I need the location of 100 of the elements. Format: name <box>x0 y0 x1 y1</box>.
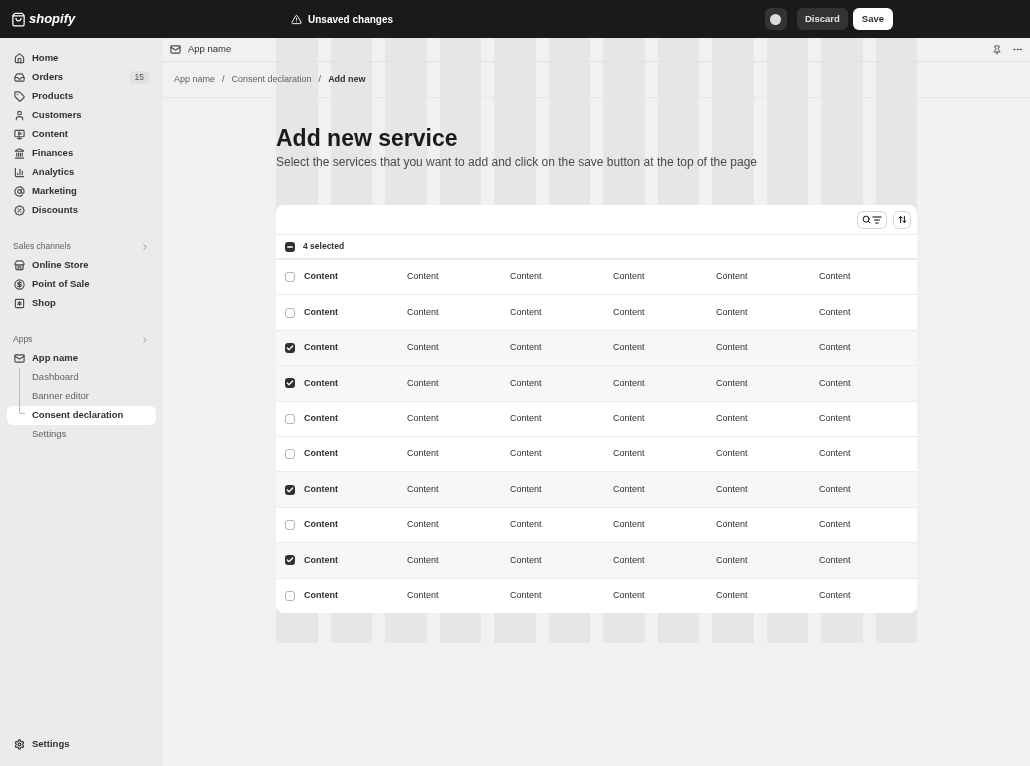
count-badge: 15 <box>129 71 149 84</box>
settings-item[interactable]: Settings <box>7 735 156 754</box>
row-checkbox[interactable] <box>285 307 295 318</box>
row-checkbox[interactable] <box>285 378 295 389</box>
select-all-checkbox[interactable] <box>285 241 295 252</box>
save-button[interactable]: Save <box>852 8 893 30</box>
pin-icon[interactable] <box>992 44 1002 55</box>
search-icon <box>862 215 871 224</box>
breadcrumb-separator: / <box>222 72 225 86</box>
nav-item[interactable]: Home <box>7 49 156 68</box>
breadcrumb[interactable]: Consent declaration <box>231 72 312 87</box>
table-cell-text: Content <box>510 412 543 425</box>
nav-item[interactable]: Orders 15 <box>7 68 156 87</box>
table-cell-text: Content <box>819 412 852 425</box>
table-cell-text: Content <box>716 588 749 602</box>
table-cell-text: Content <box>304 518 339 532</box>
table-cell-text: Content <box>407 270 440 284</box>
row-checkbox[interactable] <box>285 590 295 601</box>
nav-item[interactable]: Products <box>7 87 156 106</box>
table-cell-text: Content <box>716 447 749 461</box>
table-cell-text: Content <box>819 447 852 461</box>
table-cell-text: Content <box>716 412 749 425</box>
table-row[interactable]: Content Content Content Content Content Content <box>276 329 917 366</box>
mail-icon <box>14 353 25 364</box>
row-checkbox[interactable] <box>285 342 295 353</box>
nav-item[interactable]: Shop <box>7 294 156 313</box>
inbox-icon <box>14 72 25 83</box>
table-cell-text: Content <box>407 553 440 567</box>
gear-icon <box>14 739 25 750</box>
row-checkbox[interactable] <box>285 272 295 283</box>
table-cell-text: Content <box>716 305 749 319</box>
sort-button[interactable] <box>893 210 911 229</box>
table-cell-text: Content <box>819 376 852 390</box>
avatar-button[interactable] <box>764 8 787 30</box>
table-cell-text: Content <box>613 341 646 355</box>
house-icon <box>14 53 25 64</box>
table-cell-text: Content <box>819 518 852 532</box>
monitor-icon <box>14 129 25 140</box>
bar-chart-icon <box>14 167 25 178</box>
row-checkbox[interactable] <box>285 519 295 530</box>
row-checkbox[interactable] <box>285 413 295 424</box>
table-cell-text: Content <box>819 341 852 355</box>
table-cell-text: Content <box>819 270 852 284</box>
table-cell-text: Content <box>613 518 646 532</box>
table-cell-text: Content <box>819 553 852 567</box>
warning-icon <box>291 13 302 25</box>
table-cell-text: Content <box>304 588 339 602</box>
section-title: Sales channels <box>13 240 71 253</box>
discard-button[interactable]: Discard <box>796 8 848 30</box>
shopping-bag-icon <box>11 11 26 27</box>
nav-item[interactable]: Analytics <box>7 163 156 182</box>
table-cell-text: Content <box>716 553 749 567</box>
table-cell-text: Content <box>819 482 852 496</box>
table-cell-text: Content <box>510 341 543 355</box>
table-cell-text: Content <box>407 341 440 355</box>
table-cell-text: Content <box>716 270 749 284</box>
row-checkbox[interactable] <box>285 555 295 566</box>
nav-item[interactable]: App name <box>7 349 156 368</box>
search-filter-button[interactable] <box>857 210 887 229</box>
table-row[interactable]: Content Content Content Content Content Content <box>276 471 917 507</box>
logo: shopify <box>29 10 76 29</box>
sort-icon <box>897 215 907 224</box>
table-cell-text: Content <box>407 305 440 319</box>
table-cell-text: Content <box>716 482 749 496</box>
status-text: Unsaved changes <box>308 12 394 27</box>
breadcrumb[interactable]: App name <box>174 72 216 87</box>
sub-nav-item[interactable]: Settings <box>7 425 156 444</box>
sub-nav-item[interactable]: Banner editor <box>7 387 156 406</box>
table-cell-text: Content <box>304 376 339 390</box>
dollar-circle-icon <box>14 279 25 290</box>
table-cell-text: Content <box>613 305 646 319</box>
check-icon <box>286 485 294 494</box>
sub-nav-item[interactable]: Consent declaration <box>7 406 156 425</box>
nav-item[interactable]: Discounts <box>7 201 156 220</box>
nav-item[interactable]: Finances <box>7 144 156 163</box>
row-checkbox[interactable] <box>285 484 295 495</box>
breadcrumb-separator: / <box>318 72 322 86</box>
table-cell-text: Content <box>510 588 543 602</box>
nav-item[interactable]: Marketing <box>7 182 156 201</box>
nav-item[interactable]: Point of Sale <box>7 275 156 294</box>
table-cell-text: Content <box>304 341 339 355</box>
nav-item[interactable]: Content <box>7 125 156 144</box>
row-checkbox[interactable] <box>285 449 295 460</box>
nav-item[interactable]: Customers <box>7 106 156 125</box>
table-row[interactable]: Content Content Content Content Content Content <box>276 542 917 578</box>
bank-icon <box>14 148 25 159</box>
table-cell-text: Content <box>510 270 543 284</box>
nav-item[interactable]: Online Store <box>7 256 156 275</box>
table-cell-text: Content <box>407 518 440 532</box>
sub-nav-item[interactable]: Dashboard <box>7 368 156 387</box>
table-row[interactable]: Content Content Content Content Content Content <box>276 365 917 401</box>
table-cell-text: Content <box>304 270 339 284</box>
table-cell-text: Content <box>613 412 646 425</box>
table-cell-text: Content <box>304 305 339 319</box>
avatar-icon <box>770 13 782 25</box>
table-cell-text: Content <box>407 482 440 496</box>
table-cell-text: Content <box>304 553 339 567</box>
table-row[interactable]: Content Content Content Content Content Content <box>276 577 917 613</box>
check-icon <box>286 556 294 565</box>
table-cell-text: Content <box>510 376 543 390</box>
